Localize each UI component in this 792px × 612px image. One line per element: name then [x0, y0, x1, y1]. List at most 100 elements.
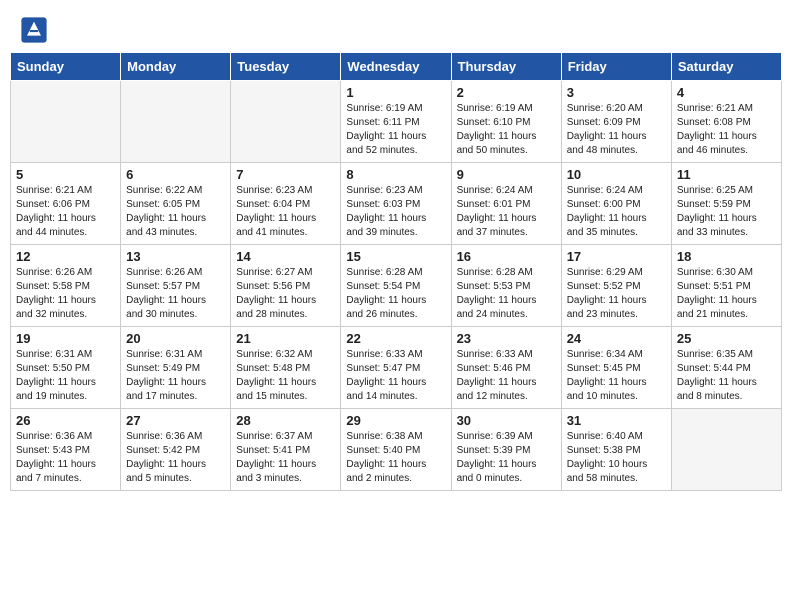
- day-number: 30: [457, 413, 556, 428]
- day-info: Sunrise: 6:19 AM Sunset: 6:10 PM Dayligh…: [457, 102, 556, 158]
- day-cell: 18 Sunrise: 6:30 AM Sunset: 5:51 PM Dayli…: [671, 245, 781, 327]
- day-cell: 27 Sunrise: 6:36 AM Sunset: 5:42 PM Dayli…: [121, 409, 231, 491]
- day-number: 25: [677, 331, 776, 346]
- day-number: 24: [567, 331, 666, 346]
- day-cell: 14 Sunrise: 6:27 AM Sunset: 5:56 PM Dayli…: [231, 245, 341, 327]
- day-number: 14: [236, 249, 335, 264]
- day-info: Sunrise: 6:29 AM Sunset: 5:52 PM Dayligh…: [567, 266, 666, 322]
- weekday-header-friday: Friday: [561, 53, 671, 81]
- day-number: 22: [346, 331, 445, 346]
- day-number: 16: [457, 249, 556, 264]
- day-cell: 30 Sunrise: 6:39 AM Sunset: 5:39 PM Dayli…: [451, 409, 561, 491]
- day-number: 26: [16, 413, 115, 428]
- day-cell: [11, 81, 121, 163]
- day-number: 27: [126, 413, 225, 428]
- day-cell: 26 Sunrise: 6:36 AM Sunset: 5:43 PM Dayli…: [11, 409, 121, 491]
- day-info: Sunrise: 6:24 AM Sunset: 6:00 PM Dayligh…: [567, 184, 666, 240]
- day-info: Sunrise: 6:40 AM Sunset: 5:38 PM Dayligh…: [567, 430, 666, 486]
- day-info: Sunrise: 6:30 AM Sunset: 5:51 PM Dayligh…: [677, 266, 776, 322]
- week-row-1: 1Sunrise: 6:19 AM Sunset: 6:11 PM Daylig…: [11, 81, 782, 163]
- calendar-table: SundayMondayTuesdayWednesdayThursdayFrid…: [10, 52, 782, 491]
- day-cell: 3 Sunrise: 6:20 AM Sunset: 6:09 PM Daylig…: [561, 81, 671, 163]
- day-cell: 2 Sunrise: 6:19 AM Sunset: 6:10 PM Daylig…: [451, 81, 561, 163]
- day-number: 20: [126, 331, 225, 346]
- day-number: 31: [567, 413, 666, 428]
- day-number: 9: [457, 167, 556, 182]
- day-info: Sunrise: 6:32 AM Sunset: 5:48 PM Dayligh…: [236, 348, 335, 404]
- day-number: 29: [346, 413, 445, 428]
- day-number: 21: [236, 331, 335, 346]
- day-cell: 1Sunrise: 6:19 AM Sunset: 6:11 PM Daylig…: [341, 81, 451, 163]
- day-number: 19: [16, 331, 115, 346]
- day-info: Sunrise: 6:31 AM Sunset: 5:49 PM Dayligh…: [126, 348, 225, 404]
- day-number: 6: [126, 167, 225, 182]
- day-cell: 21 Sunrise: 6:32 AM Sunset: 5:48 PM Dayli…: [231, 327, 341, 409]
- day-cell: 9 Sunrise: 6:24 AM Sunset: 6:01 PM Daylig…: [451, 163, 561, 245]
- day-info: Sunrise: 6:26 AM Sunset: 5:57 PM Dayligh…: [126, 266, 225, 322]
- day-info: Sunrise: 6:28 AM Sunset: 5:53 PM Dayligh…: [457, 266, 556, 322]
- day-number: 23: [457, 331, 556, 346]
- day-cell: 6Sunrise: 6:22 AM Sunset: 6:05 PM Daylig…: [121, 163, 231, 245]
- day-number: 17: [567, 249, 666, 264]
- day-number: 15: [346, 249, 445, 264]
- day-info: Sunrise: 6:38 AM Sunset: 5:40 PM Dayligh…: [346, 430, 445, 486]
- day-cell: 28Sunrise: 6:37 AM Sunset: 5:41 PM Dayli…: [231, 409, 341, 491]
- day-info: Sunrise: 6:35 AM Sunset: 5:44 PM Dayligh…: [677, 348, 776, 404]
- day-info: Sunrise: 6:21 AM Sunset: 6:08 PM Dayligh…: [677, 102, 776, 158]
- day-number: 11: [677, 167, 776, 182]
- day-info: Sunrise: 6:34 AM Sunset: 5:45 PM Dayligh…: [567, 348, 666, 404]
- day-number: 2: [457, 85, 556, 100]
- day-info: Sunrise: 6:26 AM Sunset: 5:58 PM Dayligh…: [16, 266, 115, 322]
- day-cell: 31 Sunrise: 6:40 AM Sunset: 5:38 PM Dayli…: [561, 409, 671, 491]
- day-cell: 25 Sunrise: 6:35 AM Sunset: 5:44 PM Dayli…: [671, 327, 781, 409]
- day-info: Sunrise: 6:24 AM Sunset: 6:01 PM Dayligh…: [457, 184, 556, 240]
- day-info: Sunrise: 6:31 AM Sunset: 5:50 PM Dayligh…: [16, 348, 115, 404]
- day-info: Sunrise: 6:20 AM Sunset: 6:09 PM Dayligh…: [567, 102, 666, 158]
- calendar-wrap: SundayMondayTuesdayWednesdayThursdayFrid…: [0, 52, 792, 501]
- day-info: Sunrise: 6:21 AM Sunset: 6:06 PM Dayligh…: [16, 184, 115, 240]
- day-number: 4: [677, 85, 776, 100]
- day-info: Sunrise: 6:27 AM Sunset: 5:56 PM Dayligh…: [236, 266, 335, 322]
- weekday-header-monday: Monday: [121, 53, 231, 81]
- day-cell: 19 Sunrise: 6:31 AM Sunset: 5:50 PM Dayli…: [11, 327, 121, 409]
- day-cell: 13 Sunrise: 6:26 AM Sunset: 5:57 PM Dayli…: [121, 245, 231, 327]
- day-cell: 20 Sunrise: 6:31 AM Sunset: 5:49 PM Dayli…: [121, 327, 231, 409]
- day-number: 10: [567, 167, 666, 182]
- day-info: Sunrise: 6:33 AM Sunset: 5:47 PM Dayligh…: [346, 348, 445, 404]
- day-cell: 16 Sunrise: 6:28 AM Sunset: 5:53 PM Dayli…: [451, 245, 561, 327]
- day-number: 12: [16, 249, 115, 264]
- day-number: 1: [346, 85, 445, 100]
- day-info: Sunrise: 6:25 AM Sunset: 5:59 PM Dayligh…: [677, 184, 776, 240]
- weekday-header-saturday: Saturday: [671, 53, 781, 81]
- day-info: Sunrise: 6:36 AM Sunset: 5:42 PM Dayligh…: [126, 430, 225, 486]
- week-row-4: 19 Sunrise: 6:31 AM Sunset: 5:50 PM Dayli…: [11, 327, 782, 409]
- day-info: Sunrise: 6:23 AM Sunset: 6:04 PM Dayligh…: [236, 184, 335, 240]
- day-number: 13: [126, 249, 225, 264]
- week-row-5: 26 Sunrise: 6:36 AM Sunset: 5:43 PM Dayli…: [11, 409, 782, 491]
- weekday-header-row: SundayMondayTuesdayWednesdayThursdayFrid…: [11, 53, 782, 81]
- day-number: 7: [236, 167, 335, 182]
- weekday-header-tuesday: Tuesday: [231, 53, 341, 81]
- day-number: 8: [346, 167, 445, 182]
- day-cell: 8 Sunrise: 6:23 AM Sunset: 6:03 PM Daylig…: [341, 163, 451, 245]
- page-header: [0, 0, 792, 52]
- day-cell: 7 Sunrise: 6:23 AM Sunset: 6:04 PM Daylig…: [231, 163, 341, 245]
- logo: [20, 16, 52, 44]
- day-info: Sunrise: 6:33 AM Sunset: 5:46 PM Dayligh…: [457, 348, 556, 404]
- weekday-header-thursday: Thursday: [451, 53, 561, 81]
- day-info: Sunrise: 6:39 AM Sunset: 5:39 PM Dayligh…: [457, 430, 556, 486]
- day-cell: [671, 409, 781, 491]
- day-cell: 4 Sunrise: 6:21 AM Sunset: 6:08 PM Daylig…: [671, 81, 781, 163]
- day-cell: 10 Sunrise: 6:24 AM Sunset: 6:00 PM Dayli…: [561, 163, 671, 245]
- day-cell: 12 Sunrise: 6:26 AM Sunset: 5:58 PM Dayli…: [11, 245, 121, 327]
- day-cell: 5Sunrise: 6:21 AM Sunset: 6:06 PM Daylig…: [11, 163, 121, 245]
- day-cell: 24 Sunrise: 6:34 AM Sunset: 5:45 PM Dayli…: [561, 327, 671, 409]
- day-info: Sunrise: 6:28 AM Sunset: 5:54 PM Dayligh…: [346, 266, 445, 322]
- day-info: Sunrise: 6:36 AM Sunset: 5:43 PM Dayligh…: [16, 430, 115, 486]
- weekday-header-sunday: Sunday: [11, 53, 121, 81]
- weekday-header-wednesday: Wednesday: [341, 53, 451, 81]
- day-cell: 11 Sunrise: 6:25 AM Sunset: 5:59 PM Dayli…: [671, 163, 781, 245]
- day-info: Sunrise: 6:23 AM Sunset: 6:03 PM Dayligh…: [346, 184, 445, 240]
- day-number: 18: [677, 249, 776, 264]
- day-number: 3: [567, 85, 666, 100]
